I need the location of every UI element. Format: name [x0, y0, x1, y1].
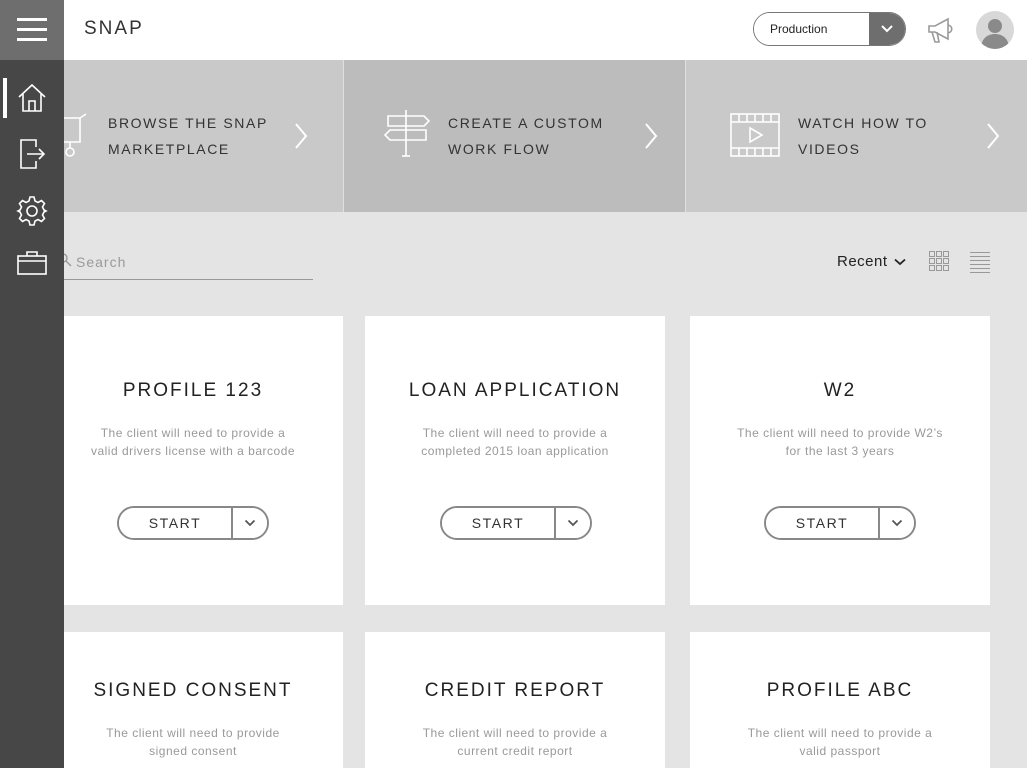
- card-description: The client will need to provide a curren…: [385, 724, 645, 760]
- banner-workflow-line2: WORK FLOW: [448, 141, 551, 157]
- start-button[interactable]: START: [766, 508, 880, 538]
- card-description: The client will need to provide a comple…: [385, 424, 645, 460]
- sort-value: Recent: [837, 253, 888, 270]
- list-view-button[interactable]: [969, 250, 991, 279]
- banner-videos-line1: WATCH HOW TO: [798, 115, 928, 131]
- cart-icon: [60, 113, 87, 157]
- card-title: CREDIT REPORT: [424, 680, 606, 701]
- chevron-down-icon: [891, 519, 903, 527]
- start-options-button[interactable]: [233, 508, 267, 538]
- banner-marketplace-line1: BROWSE THE SNAP: [108, 115, 268, 131]
- banner-workflow-label: CREATE A CUSTOM WORK FLOW: [448, 110, 604, 162]
- chevron-down-icon: [244, 519, 256, 527]
- start-button-group: START: [764, 506, 916, 540]
- card-description-line1: The client will need to provide: [106, 726, 280, 740]
- workflow-card[interactable]: LOAN APPLICATION The client will need to…: [365, 316, 665, 605]
- card-title: W2: [823, 380, 857, 401]
- app-title: SNAP: [84, 18, 144, 39]
- card-description-line1: The client will need to provide a: [747, 726, 933, 740]
- banner-workflow[interactable]: CREATE A CUSTOM WORK FLOW: [344, 60, 686, 212]
- environment-dropdown-button[interactable]: [869, 13, 905, 45]
- chevron-down-icon: [893, 258, 906, 265]
- sidebar-item-logout[interactable]: [0, 132, 64, 176]
- signpost-icon: [383, 110, 431, 157]
- briefcase-icon: [17, 251, 47, 275]
- card-description-line2: for the last 3 years: [785, 444, 895, 458]
- start-button[interactable]: START: [442, 508, 556, 538]
- workflow-card[interactable]: PROFILE 123 The client will need to prov…: [43, 316, 343, 605]
- banner-videos-line2: VIDEOS: [798, 141, 861, 157]
- gear-icon: [16, 196, 48, 226]
- workflow-card[interactable]: W2 The client will need to provide W2’s …: [690, 316, 990, 605]
- card-description: The client will need to provide a valid …: [63, 424, 323, 460]
- card-description-line2: valid passport: [799, 744, 881, 758]
- banner-videos[interactable]: WATCH HOW TO VIDEOS: [686, 60, 1027, 212]
- quick-actions-banner: BROWSE THE SNAP MARKETPLACE CREATE A CUS…: [60, 60, 1027, 212]
- card-description-line2: valid drivers license with a barcode: [90, 444, 296, 458]
- workflow-card[interactable]: CREDIT REPORT The client will need to pr…: [365, 632, 665, 768]
- card-description-line2: current credit report: [457, 744, 573, 758]
- environment-value: Production: [754, 13, 869, 45]
- menu-button[interactable]: [0, 0, 64, 60]
- chevron-right-icon: [645, 123, 658, 149]
- user-icon: [981, 19, 1009, 49]
- card-title: SIGNED CONSENT: [93, 680, 293, 701]
- chevron-down-icon: [567, 519, 579, 527]
- card-description: The client will need to provide a valid …: [710, 724, 970, 760]
- chevron-down-icon: [881, 25, 893, 33]
- grid-view-icon: [929, 251, 949, 271]
- sidebar-item-briefcase[interactable]: [0, 241, 64, 285]
- card-title: LOAN APPLICATION: [408, 380, 622, 401]
- megaphone-icon: [928, 17, 953, 43]
- announcements-button[interactable]: [926, 16, 958, 49]
- banner-marketplace-line2: MARKETPLACE: [108, 141, 230, 157]
- sidebar-item-settings[interactable]: [0, 189, 64, 233]
- start-options-button[interactable]: [556, 508, 590, 538]
- header: SNAP Production: [64, 0, 1027, 60]
- banner-workflow-line1: CREATE A CUSTOM: [448, 115, 604, 131]
- video-icon: [730, 113, 780, 157]
- card-description: The client will need to provide signed c…: [63, 724, 323, 760]
- logout-icon: [20, 139, 46, 169]
- start-button[interactable]: START: [119, 508, 233, 538]
- chevron-right-icon: [987, 123, 1000, 149]
- chevron-right-icon: [295, 123, 308, 149]
- card-description-line1: The client will need to provide W2’s: [737, 426, 943, 440]
- sidebar: [0, 0, 64, 768]
- home-icon: [18, 83, 46, 112]
- user-avatar[interactable]: [976, 11, 1014, 49]
- start-button-group: START: [440, 506, 592, 540]
- sort-select[interactable]: Recent: [837, 253, 906, 270]
- card-description-line1: The client will need to provide a: [100, 426, 286, 440]
- workflow-card[interactable]: PROFILE ABC The client will need to prov…: [690, 632, 990, 768]
- list-view-icon: [970, 252, 990, 273]
- search-input[interactable]: [74, 250, 308, 274]
- card-description: The client will need to provide W2’s for…: [710, 424, 970, 460]
- card-description-line2: completed 2015 loan application: [421, 444, 609, 458]
- environment-select[interactable]: Production: [753, 12, 906, 46]
- sidebar-item-home[interactable]: [0, 76, 64, 120]
- banner-marketplace-label: BROWSE THE SNAP MARKETPLACE: [108, 110, 268, 162]
- card-title: PROFILE ABC: [766, 680, 914, 701]
- start-options-button[interactable]: [880, 508, 914, 538]
- workflow-card[interactable]: SIGNED CONSENT The client will need to p…: [43, 632, 343, 768]
- card-description-line1: The client will need to provide a: [422, 426, 608, 440]
- banner-videos-label: WATCH HOW TO VIDEOS: [798, 110, 928, 162]
- start-button-group: START: [117, 506, 269, 540]
- hamburger-icon: [17, 18, 47, 41]
- card-description-line2: signed consent: [149, 744, 237, 758]
- banner-marketplace[interactable]: BROWSE THE SNAP MARKETPLACE: [60, 60, 344, 212]
- card-description-line1: The client will need to provide a: [422, 726, 608, 740]
- card-title: PROFILE 123: [122, 380, 264, 401]
- search-box: [58, 246, 313, 280]
- grid-view-button[interactable]: [929, 250, 949, 277]
